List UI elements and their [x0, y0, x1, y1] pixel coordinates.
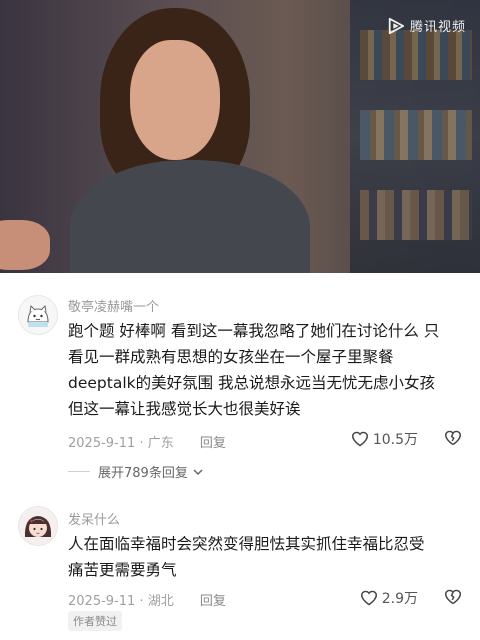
avatar[interactable]	[18, 295, 58, 335]
comment-text-line: 痛苦更需要勇气	[68, 561, 177, 579]
expand-replies-label: 展开789条回复	[98, 466, 188, 481]
hand	[0, 220, 50, 270]
comment-meta: 2025-9-11 · 广东 回复	[68, 432, 226, 451]
video-frame[interactable]: 腾讯视频	[0, 0, 480, 273]
comment-text: 跑个题 好棒啊 看到这一幕我忽略了她们在讨论什么 只 看见一群成熟有思想的女孩坐…	[68, 318, 466, 422]
books	[360, 190, 472, 240]
like-button[interactable]: 10.5万	[351, 429, 418, 449]
tencent-video-play-icon	[388, 17, 405, 34]
expand-replies-button[interactable]: 展开789条回复	[68, 462, 204, 481]
avatar[interactable]	[18, 506, 58, 546]
person-face	[130, 40, 220, 160]
books	[360, 110, 472, 160]
like-count: 10.5万	[372, 432, 418, 448]
comment-date: 2025-9-11	[68, 436, 136, 451]
heart-icon	[360, 590, 377, 606]
cat-avatar-icon	[19, 296, 57, 334]
meta-separator: ·	[139, 594, 148, 609]
watermark-text: 腾讯视频	[409, 20, 466, 35]
comment-text-line: deeptalk的美好氛围 我总说想永远当无忧无虑小女孩	[68, 374, 436, 392]
chevron-down-icon	[193, 468, 203, 475]
comment-text-line: 人在面临幸福时会突然变得胆怯其实抓住幸福比忍受	[68, 535, 425, 553]
comment-location: 湖北	[147, 594, 174, 609]
comment-item: 敬亭凌赫嘴一个 跑个题 好棒啊 看到这一幕我忽略了她们在讨论什么 只 看见一群成…	[0, 273, 480, 488]
comment-text-line: 但这一幕让我感觉长大也很美好诶	[68, 400, 301, 418]
person-body	[70, 160, 310, 273]
reply-button[interactable]: 回复	[200, 594, 226, 609]
comment-item: 发呆什么 人在面临幸福时会突然变得胆怯其实抓住幸福比忍受 痛苦更需要勇气 202…	[0, 488, 480, 640]
comment-date: 2025-9-11	[68, 594, 136, 609]
broken-heart-icon	[444, 589, 461, 605]
comment-username[interactable]: 敬亭凌赫嘴一个	[68, 296, 159, 315]
meta-separator: ·	[139, 436, 148, 451]
video-watermark: 腾讯视频	[387, 16, 466, 35]
reply-button[interactable]: 回复	[200, 436, 226, 451]
comment-text-line: 跑个题 好棒啊 看到这一幕我忽略了她们在讨论什么 只	[68, 322, 440, 340]
heart-icon	[351, 431, 368, 447]
broken-heart-icon	[444, 430, 461, 446]
books	[360, 30, 472, 80]
bookshelf-background	[350, 0, 480, 273]
comment-text-line: 看见一群成熟有思想的女孩坐在一个屋子里聚餐	[68, 348, 394, 366]
comment-meta: 2025-9-11 · 湖北 回复	[68, 590, 226, 609]
comment-text: 人在面临幸福时会突然变得胆怯其实抓住幸福比忍受 痛苦更需要勇气	[68, 531, 466, 583]
dislike-button[interactable]	[444, 589, 462, 609]
comment-location: 广东	[147, 436, 174, 451]
girl-avatar-icon	[19, 507, 57, 545]
comment-username[interactable]: 发呆什么	[68, 509, 120, 528]
author-liked-badge: 作者赞过	[68, 611, 122, 631]
dislike-button[interactable]	[444, 430, 462, 450]
like-count: 2.9万	[381, 591, 418, 607]
like-button[interactable]: 2.9万	[360, 588, 418, 608]
divider	[68, 471, 90, 472]
